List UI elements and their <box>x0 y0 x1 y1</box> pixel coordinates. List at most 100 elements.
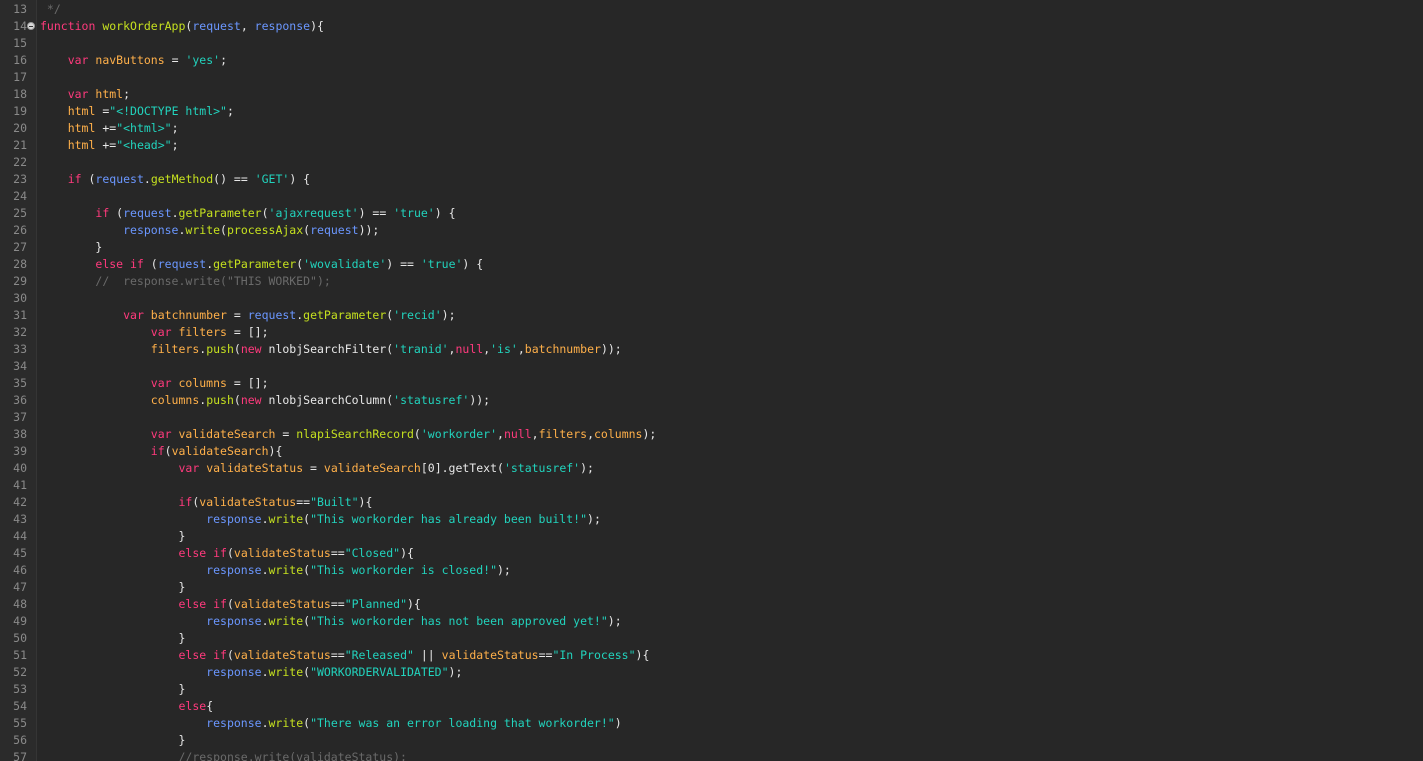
code-line[interactable]: 19 html ="<!DOCTYPE html>"; <box>0 103 1423 120</box>
code-token: ; <box>226 104 234 118</box>
code-token: "In Process" <box>552 648 636 662</box>
code-token: getParameter <box>213 257 297 271</box>
code-line[interactable]: 54 else{ <box>0 698 1423 715</box>
code-token: . <box>171 206 179 220</box>
code-text: } <box>40 681 185 698</box>
code-line[interactable]: 53 } <box>0 681 1423 698</box>
code-line[interactable]: 38 var validateSearch = nlapiSearchRecor… <box>0 426 1423 443</box>
code-line[interactable]: 20 html +="<html>"; <box>0 120 1423 137</box>
code-token: ){ <box>400 546 414 560</box>
line-number: 49 <box>13 614 27 628</box>
code-text: if(validateStatus=="Built"){ <box>40 494 372 511</box>
fold-collapse-icon[interactable] <box>27 22 35 30</box>
code-token: validateStatus <box>199 495 297 509</box>
code-token: , <box>587 427 594 441</box>
code-line[interactable]: 49 response.write("This workorder has no… <box>0 613 1423 630</box>
code-line[interactable]: 57 //response.write(validateStatus); <box>0 749 1423 761</box>
code-line[interactable]: 39 if(validateSearch){ <box>0 443 1423 460</box>
code-token: ( <box>143 257 158 271</box>
line-number: 46 <box>13 563 27 577</box>
code-line[interactable]: 23 if (request.getMethod() == 'GET') { <box>0 171 1423 188</box>
code-token: else if <box>178 648 227 662</box>
code-line[interactable]: 25 if (request.getParameter('ajaxrequest… <box>0 205 1423 222</box>
code-token: )); <box>358 223 380 237</box>
code-token: ( <box>413 427 421 441</box>
code-token: ){ <box>268 444 283 458</box>
code-line[interactable]: 35 var columns = []; <box>0 375 1423 392</box>
code-token: 'is' <box>490 342 518 356</box>
code-line[interactable]: 15 <box>0 35 1423 52</box>
code-text: } <box>40 579 185 596</box>
code-token: validateStatus <box>233 597 331 611</box>
code-line[interactable]: 22 <box>0 154 1423 171</box>
line-number: 53 <box>13 682 27 696</box>
code-editor[interactable]: 13 */14 function workOrderApp(request, re… <box>0 0 1423 761</box>
code-line[interactable]: 48 else if(validateStatus=="Planned"){ <box>0 596 1423 613</box>
code-line[interactable]: 41 <box>0 477 1423 494</box>
code-token: = <box>275 427 297 441</box>
code-line[interactable]: 26 response.write(processAjax(request)); <box>0 222 1423 239</box>
code-line[interactable]: 46 response.write("This workorder is clo… <box>0 562 1423 579</box>
code-token: else if <box>178 546 227 560</box>
code-area[interactable]: 13 */14 function workOrderApp(request, re… <box>0 1 1423 761</box>
line-number: 50 <box>13 631 27 645</box>
line-number: 21 <box>13 138 27 152</box>
code-token: || <box>413 648 442 662</box>
code-token: html <box>67 104 96 118</box>
code-token: = []; <box>226 325 269 339</box>
code-line[interactable]: 51 else if(validateStatus=="Released" ||… <box>0 647 1423 664</box>
code-token: html <box>67 121 96 135</box>
code-line[interactable]: 21 html +="<head>"; <box>0 137 1423 154</box>
code-line[interactable]: 13 */ <box>0 1 1423 18</box>
code-token: () == <box>213 172 255 186</box>
line-number: 20 <box>13 121 27 135</box>
code-line[interactable]: 31 var batchnumber = request.getParamete… <box>0 307 1423 324</box>
code-token: ){ <box>358 495 373 509</box>
code-line[interactable]: 27 } <box>0 239 1423 256</box>
code-line[interactable]: 28 else if (request.getParameter('wovali… <box>0 256 1423 273</box>
code-text: response.write("This workorder has alrea… <box>40 511 601 528</box>
code-token: filters <box>178 325 227 339</box>
code-line[interactable]: 47 } <box>0 579 1423 596</box>
code-line[interactable]: 45 else if(validateStatus=="Closed"){ <box>0 545 1423 562</box>
code-line[interactable]: 16 var navButtons = 'yes'; <box>0 52 1423 69</box>
code-line[interactable]: 34 <box>0 358 1423 375</box>
code-token: == <box>538 648 553 662</box>
code-line[interactable]: 52 response.write("WORKORDERVALIDATED"); <box>0 664 1423 681</box>
code-line[interactable]: 56 } <box>0 732 1423 749</box>
code-line[interactable]: 33 filters.push(new nlobjSearchFilter('t… <box>0 341 1423 358</box>
code-token: function <box>40 19 103 33</box>
code-line[interactable]: 29 // response.write("THIS WORKED"); <box>0 273 1423 290</box>
code-line[interactable]: 32 var filters = []; <box>0 324 1423 341</box>
code-line[interactable]: 14 function workOrderApp(request, respons… <box>0 18 1423 35</box>
code-line[interactable]: 42 if(validateStatus=="Built"){ <box>0 494 1423 511</box>
code-line[interactable]: 24 <box>0 188 1423 205</box>
code-token: 'true' <box>393 206 435 220</box>
code-line[interactable]: 43 response.write("This workorder has al… <box>0 511 1423 528</box>
code-token: workOrderApp <box>102 19 186 33</box>
code-line[interactable]: 17 <box>0 69 1423 86</box>
code-line[interactable]: 30 <box>0 290 1423 307</box>
code-line[interactable]: 55 response.write("There was an error lo… <box>0 715 1423 732</box>
code-line[interactable]: 44 } <box>0 528 1423 545</box>
line-number: 18 <box>13 87 27 101</box>
code-token: += <box>95 121 117 135</box>
code-line[interactable]: 36 columns.push(new nlobjSearchColumn('s… <box>0 392 1423 409</box>
code-token: processAjax <box>226 223 304 237</box>
code-line[interactable]: 37 <box>0 409 1423 426</box>
code-token: ); <box>497 563 511 577</box>
code-line[interactable]: 40 var validateStatus = validateSearch[0… <box>0 460 1423 477</box>
code-token: "WORKORDERVALIDATED" <box>310 665 449 679</box>
code-token: var <box>150 427 179 441</box>
code-token: nlobjSearchColumn( <box>268 393 394 407</box>
code-token: ( <box>261 206 269 220</box>
code-token: 'wovalidate' <box>303 257 387 271</box>
code-line[interactable]: 18 var html; <box>0 86 1423 103</box>
code-line[interactable]: 50 } <box>0 630 1423 647</box>
